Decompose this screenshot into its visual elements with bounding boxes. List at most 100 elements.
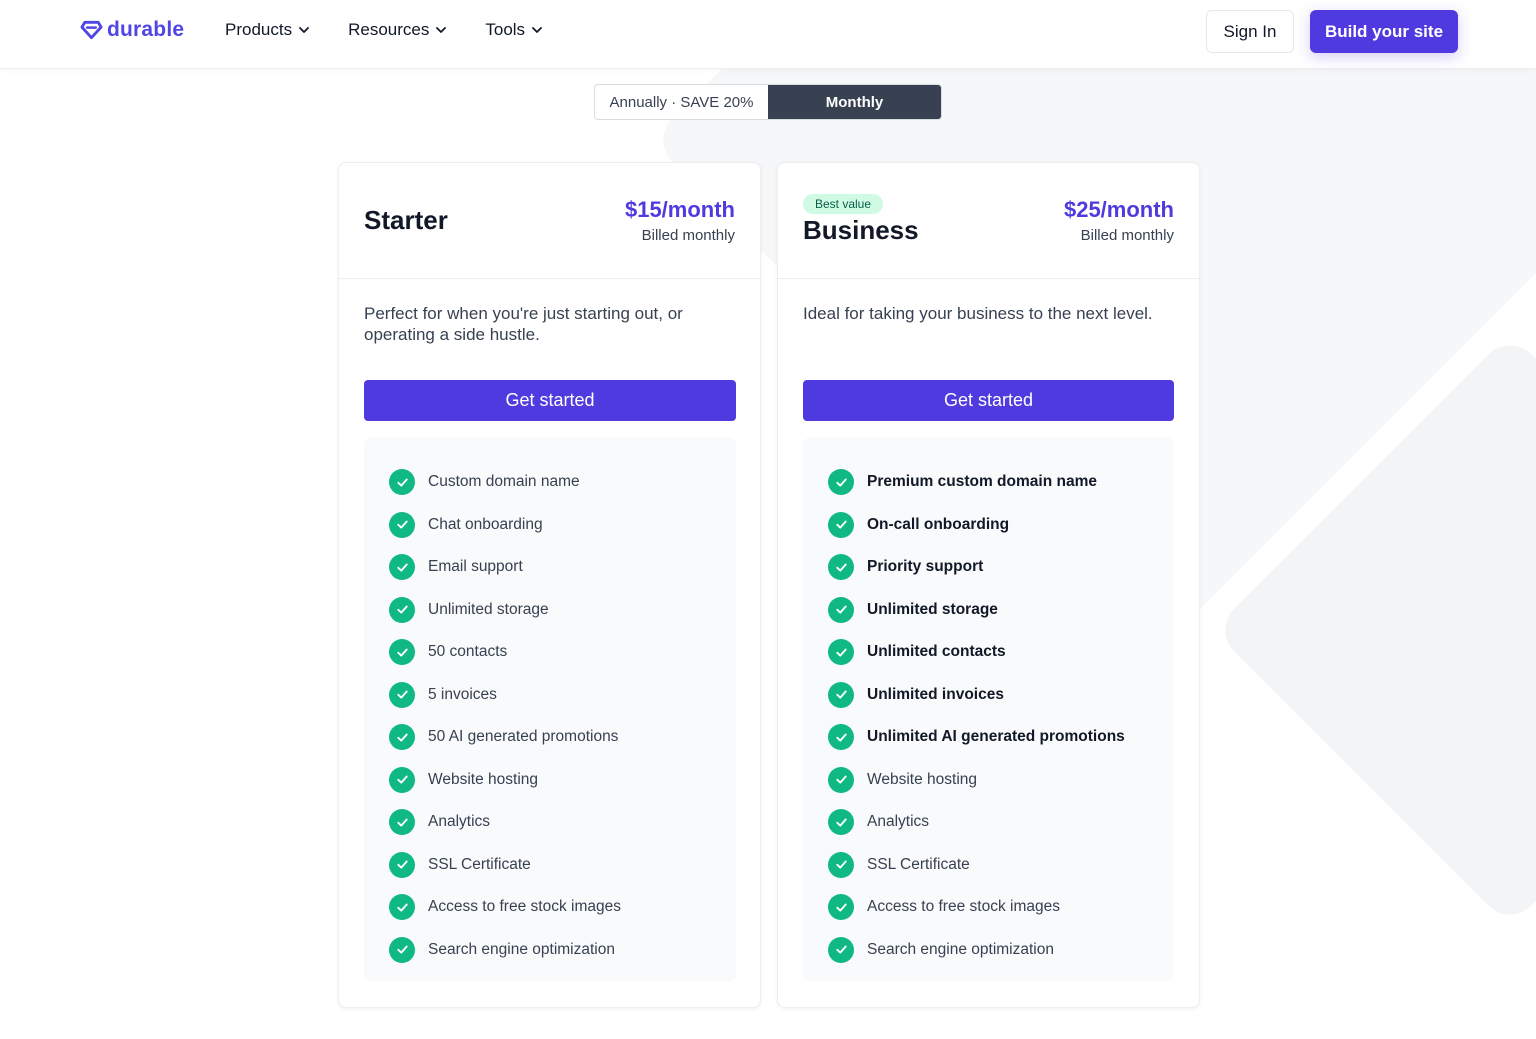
feature-item: 50 contacts xyxy=(364,631,736,674)
plan-header: Best value Business $25/month Billed mon… xyxy=(778,163,1199,279)
nav-resources[interactable]: Resources xyxy=(348,20,447,40)
check-circle-icon xyxy=(389,596,415,623)
feature-item: Website hosting xyxy=(803,759,1174,802)
feature-text: Unlimited storage xyxy=(428,600,549,618)
feature-item: On-call onboarding xyxy=(803,504,1174,547)
plan-header: Starter $15/month Billed monthly xyxy=(339,163,760,279)
nav-tools[interactable]: Tools xyxy=(485,20,543,40)
feature-list: Premium custom domain name On-call onboar… xyxy=(803,438,1174,981)
feature-item: 5 invoices xyxy=(364,674,736,717)
get-started-button-starter[interactable]: Get started xyxy=(364,380,736,421)
feature-item: Unlimited contacts xyxy=(803,631,1174,674)
feature-item: Priority support xyxy=(803,546,1174,589)
feature-item: Unlimited invoices xyxy=(803,674,1174,717)
check-circle-icon xyxy=(389,936,415,963)
feature-item: SSL Certificate xyxy=(803,844,1174,887)
feature-text: Unlimited AI generated promotions xyxy=(867,728,1125,746)
best-value-badge: Best value xyxy=(803,194,884,214)
site-header: durable Products Resources Tools Sign In… xyxy=(0,0,1536,69)
check-circle-icon xyxy=(828,511,854,538)
billing-toggle: Annually · SAVE 20% Monthly xyxy=(594,84,942,120)
billing-note: Billed monthly xyxy=(641,227,735,244)
check-circle-icon xyxy=(389,851,415,878)
check-circle-icon xyxy=(389,554,415,581)
check-circle-icon xyxy=(389,681,415,708)
check-circle-icon xyxy=(389,639,415,666)
feature-text: Website hosting xyxy=(867,770,977,788)
feature-text: Email support xyxy=(428,558,523,576)
feature-text: On-call onboarding xyxy=(867,515,1010,533)
sign-in-button[interactable]: Sign In xyxy=(1206,10,1294,53)
feature-text: Custom domain name xyxy=(428,473,580,491)
check-circle-icon xyxy=(389,511,415,538)
feature-item: 50 AI generated promotions xyxy=(364,716,736,759)
feature-text: Unlimited storage xyxy=(867,600,998,618)
feature-item: Chat onboarding xyxy=(364,504,736,547)
check-circle-icon xyxy=(828,639,854,666)
feature-item: Unlimited storage xyxy=(364,589,736,632)
plan-card-business: Best value Business $25/month Billed mon… xyxy=(777,162,1200,1008)
build-site-button[interactable]: Build your site xyxy=(1310,10,1458,53)
nav-tools-label: Tools xyxy=(485,20,526,39)
feature-text: Access to free stock images xyxy=(428,898,621,916)
plan-price: $25/month xyxy=(1063,197,1174,222)
feature-text: Search engine optimization xyxy=(867,940,1054,958)
feature-item: Custom domain name xyxy=(364,461,736,504)
plan-card-starter: Starter $15/month Billed monthly Perfect… xyxy=(338,162,761,1008)
main-nav: Products Resources Tools xyxy=(225,20,581,40)
nav-resources-label: Resources xyxy=(348,20,430,39)
feature-text: Website hosting xyxy=(428,770,538,788)
feature-item: Search engine optimization xyxy=(364,929,736,972)
chevron-down-icon xyxy=(299,27,309,33)
plan-price: $15/month xyxy=(624,197,735,222)
feature-list: Custom domain name Chat onboarding Email s… xyxy=(364,438,736,981)
check-circle-icon xyxy=(828,851,854,878)
feature-item: Access to free stock images xyxy=(803,886,1174,929)
check-circle-icon xyxy=(389,766,415,793)
plan-name: Business xyxy=(803,215,919,245)
feature-item: Premium custom domain name xyxy=(803,461,1174,504)
check-circle-icon xyxy=(828,766,854,793)
toggle-monthly[interactable]: Monthly xyxy=(768,85,941,119)
check-circle-icon xyxy=(389,724,415,751)
check-circle-icon xyxy=(828,936,854,963)
feature-item: SSL Certificate xyxy=(364,844,736,887)
plan-name: Starter xyxy=(364,205,448,235)
feature-text: Analytics xyxy=(428,813,491,831)
nav-products-label: Products xyxy=(225,20,293,39)
check-circle-icon xyxy=(828,596,854,623)
feature-item: Email support xyxy=(364,546,736,589)
plan-description: Perfect for when you're just starting ou… xyxy=(364,304,683,344)
feature-text: Priority support xyxy=(867,558,984,576)
get-started-button-business[interactable]: Get started xyxy=(803,380,1174,421)
check-circle-icon xyxy=(828,681,854,708)
check-circle-icon xyxy=(389,809,415,836)
nav-products[interactable]: Products xyxy=(225,20,310,40)
feature-text: 5 invoices xyxy=(428,685,497,703)
toggle-annually[interactable]: Annually · SAVE 20% xyxy=(595,85,768,119)
check-circle-icon xyxy=(828,469,854,496)
diamond-logo-icon xyxy=(80,20,103,40)
check-circle-icon xyxy=(828,894,854,921)
feature-text: 50 AI generated promotions xyxy=(428,728,619,746)
feature-text: SSL Certificate xyxy=(428,855,531,873)
feature-item: Website hosting xyxy=(364,759,736,802)
feature-item: Search engine optimization xyxy=(803,929,1174,972)
check-circle-icon xyxy=(389,469,415,496)
check-circle-icon xyxy=(828,724,854,751)
check-circle-icon xyxy=(389,894,415,921)
feature-text: Analytics xyxy=(867,813,930,831)
feature-text: Unlimited contacts xyxy=(867,643,1006,661)
feature-text: Premium custom domain name xyxy=(867,473,1097,491)
feature-item: Unlimited storage xyxy=(803,589,1174,632)
feature-item: Analytics xyxy=(803,801,1174,844)
feature-text: Unlimited invoices xyxy=(867,685,1004,703)
feature-text: SSL Certificate xyxy=(867,855,970,873)
feature-text: Chat onboarding xyxy=(428,515,543,533)
chevron-down-icon xyxy=(532,27,542,33)
feature-text: 50 contacts xyxy=(428,643,508,661)
feature-item: Unlimited AI generated promotions xyxy=(803,716,1174,759)
check-circle-icon xyxy=(828,809,854,836)
check-circle-icon xyxy=(828,554,854,581)
brand-logo[interactable]: durable xyxy=(80,18,184,42)
